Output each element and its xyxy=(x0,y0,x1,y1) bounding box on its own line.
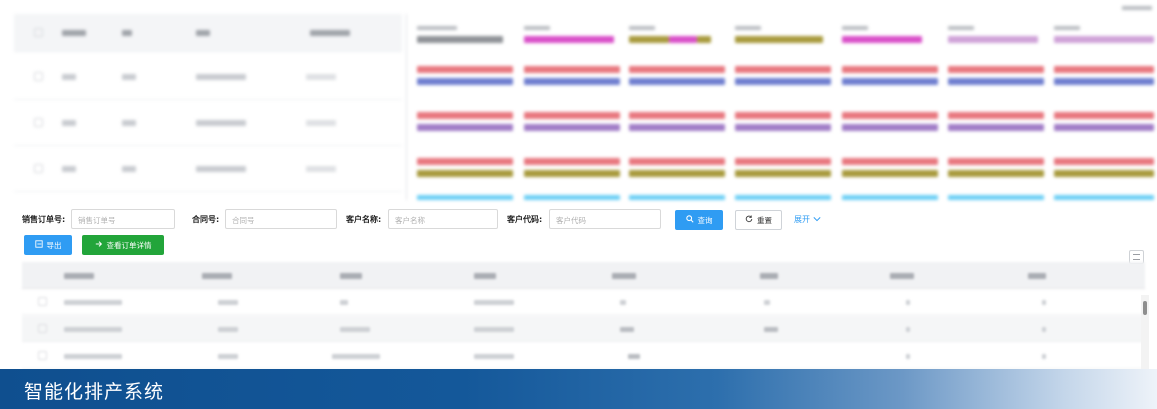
system-banner: 智能化排产系统 xyxy=(0,369,1157,409)
search-button[interactable]: 查询 xyxy=(675,210,723,230)
customer-name-input[interactable]: 客户名称 xyxy=(388,209,498,229)
chevron-down-icon xyxy=(813,215,821,224)
row-checkbox[interactable] xyxy=(38,351,47,360)
row-checkbox[interactable] xyxy=(34,164,43,173)
sales-order-label: 销售订单号: xyxy=(22,215,66,224)
view-order-detail-button[interactable]: 查看订单详情 xyxy=(82,235,164,255)
table-row[interactable] xyxy=(22,343,1145,369)
table-row[interactable] xyxy=(22,316,1145,342)
row-checkbox[interactable] xyxy=(38,297,47,306)
gantt-table-row[interactable] xyxy=(14,100,402,146)
view-order-detail-label: 查看订单详情 xyxy=(106,240,152,250)
expand-link-label: 展开 xyxy=(794,215,810,224)
sales-order-input[interactable]: 销售订单号 xyxy=(71,209,175,229)
order-table xyxy=(22,262,1145,369)
gantt-task-table xyxy=(14,14,402,200)
row-checkbox[interactable] xyxy=(34,118,43,127)
table-scrollbar-thumb[interactable] xyxy=(1143,301,1147,315)
gantt-table-row[interactable] xyxy=(14,54,402,100)
contract-label: 合同号: xyxy=(192,215,220,224)
refresh-icon xyxy=(745,215,753,225)
row-checkbox[interactable] xyxy=(34,72,43,81)
table-row[interactable] xyxy=(22,289,1145,315)
gantt-table-row[interactable] xyxy=(14,146,402,192)
reset-button[interactable]: 重置 xyxy=(735,210,782,230)
arrow-right-icon xyxy=(95,240,103,250)
search-button-label: 查询 xyxy=(697,215,713,225)
customer-code-label: 客户代码: xyxy=(507,215,543,224)
search-icon xyxy=(685,215,694,225)
gantt-table-header xyxy=(14,14,402,52)
reset-button-label: 重置 xyxy=(757,215,772,225)
export-button-label: 导出 xyxy=(46,240,62,250)
gantt-chart[interactable] xyxy=(406,14,1156,200)
customer-name-label: 客户名称: xyxy=(346,215,382,224)
expand-link[interactable]: 展开 xyxy=(794,214,821,225)
export-button[interactable]: 导出 xyxy=(24,235,72,255)
select-all-checkbox[interactable] xyxy=(34,28,43,37)
system-title: 智能化排产系统 xyxy=(24,381,165,403)
order-table-header xyxy=(22,262,1145,289)
row-checkbox[interactable] xyxy=(38,324,47,333)
contract-input[interactable]: 合同号 xyxy=(225,209,337,229)
customer-code-input[interactable]: 客户代码 xyxy=(549,209,661,229)
window-controls xyxy=(1122,6,1152,10)
export-icon xyxy=(34,240,43,250)
gantt-panel xyxy=(0,0,1157,200)
